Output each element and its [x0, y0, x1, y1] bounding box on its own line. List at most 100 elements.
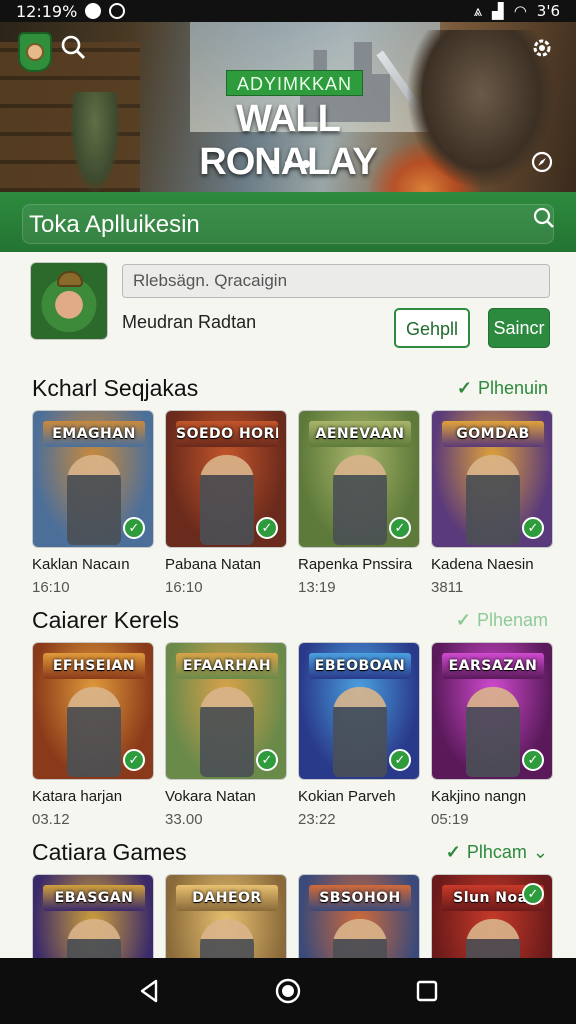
card-row: EBASGAN DAHEOR SBSOHOH Slun Noai ✓: [32, 874, 553, 958]
status-time: 12:19%: [16, 1, 78, 21]
section-title: Caiarer Kerels: [32, 606, 179, 633]
installed-check-icon: ✓: [522, 883, 544, 905]
game-name: Kakjino nangn: [431, 788, 527, 805]
section-see-all-link[interactable]: ✓ Plhenuin: [457, 378, 548, 399]
recents-icon[interactable]: [407, 971, 447, 1011]
solid-button[interactable]: Saincr: [488, 308, 550, 348]
section-see-all-link[interactable]: ✓ Plhenam: [456, 610, 548, 631]
game-banner: EMAGHAN: [43, 421, 145, 447]
check-icon: ✓: [456, 377, 472, 398]
hero-badge: ADYIMKKAN: [226, 70, 364, 96]
wifi-icon: ◠: [513, 2, 527, 20]
installed-check-icon: ✓: [123, 517, 145, 539]
store-header: Toka Aplluikesin: [0, 192, 576, 252]
game-name: Katara harjan: [32, 788, 123, 805]
circle-icon: [85, 3, 102, 19]
game-banner: SBSOHOH: [309, 885, 411, 911]
installed-check-icon: ✓: [256, 517, 278, 539]
installed-check-icon: ✓: [389, 749, 411, 771]
game-name: Kadena Naesin: [431, 556, 534, 573]
system-nav-bar: [0, 958, 576, 1024]
signal-icon: ▟: [492, 2, 504, 20]
game-thumbnail[interactable]: SOEDO HORRA ✓: [165, 410, 287, 548]
section-games: Catiara Games ✓ Plhcam ⌄ EBASGAN DAHEOR …: [0, 836, 576, 958]
game-card[interactable]: EBASGAN: [32, 874, 154, 958]
game-card[interactable]: SOEDO HORRA ✓ Pabana Natan 16:10: [165, 410, 287, 596]
game-meta: 23:22: [298, 811, 336, 828]
outline-button[interactable]: Gehpll: [394, 308, 470, 348]
carousel-dots[interactable]: [268, 160, 310, 168]
section-see-all-link[interactable]: ✓ Plhcam ⌄: [446, 842, 548, 863]
chevron-down-icon: ⌄: [532, 841, 548, 862]
check-icon: ✓: [445, 841, 461, 862]
app-logo-icon[interactable]: [18, 32, 52, 72]
hero-librarian-figure: [70, 92, 120, 192]
game-banner: EFAARHAH: [176, 653, 278, 679]
game-card[interactable]: SBSOHOH: [298, 874, 420, 958]
game-meta: 05:19: [431, 811, 469, 828]
section-career: Caiarer Kerels ✓ Plhenam EFHSEIAN ✓ Kata…: [0, 604, 576, 844]
search-icon[interactable]: [532, 206, 556, 230]
store-title[interactable]: Toka Aplluikesin: [22, 204, 554, 244]
game-card[interactable]: EMAGHAN ✓ Kaklan Nacaın 16:10: [32, 410, 154, 596]
game-banner: EBEOBOAN: [309, 653, 411, 679]
avatar[interactable]: [30, 262, 108, 340]
game-name: Kaklan Nacaın: [32, 556, 130, 573]
game-name: Kokian Parveh: [298, 788, 396, 805]
compass-icon[interactable]: [530, 150, 554, 179]
vibrate-icon: ⩓: [473, 2, 483, 20]
game-meta: 16:10: [32, 579, 70, 596]
game-card[interactable]: DAHEOR: [165, 874, 287, 958]
game-name: Vokara Natan: [165, 788, 256, 805]
game-thumbnail[interactable]: Slun Noai ✓: [431, 874, 553, 958]
game-thumbnail[interactable]: EBEOBOAN ✓: [298, 642, 420, 780]
game-card[interactable]: EFAARHAH ✓ Vokara Natan 33.00: [165, 642, 287, 828]
game-banner: EBASGAN: [43, 885, 145, 911]
game-thumbnail[interactable]: EARSAZAN ✓: [431, 642, 553, 780]
game-thumbnail[interactable]: EMAGHAN ✓: [32, 410, 154, 548]
installed-check-icon: ✓: [256, 749, 278, 771]
game-card[interactable]: EFHSEIAN ✓ Katara harjan 03.12: [32, 642, 154, 828]
section-featured: Kcharl Seqjakas ✓ Plhenuin EMAGHAN ✓ Kak…: [0, 372, 576, 612]
game-card[interactable]: EBEOBOAN ✓ Kokian Parveh 23:22: [298, 642, 420, 828]
hero-banner[interactable]: ADYIMKKAN WALL RONALAY: [0, 22, 576, 192]
game-meta: 3811: [431, 579, 464, 596]
status-right-text: 3'6: [536, 2, 560, 20]
game-thumbnail[interactable]: EFAARHAH ✓: [165, 642, 287, 780]
section-title: Kcharl Seqjakas: [32, 374, 199, 401]
game-banner: SOEDO HORRA: [176, 421, 278, 447]
game-name: Pabana Natan: [165, 556, 261, 573]
game-name: Rapenka Pnssira: [298, 556, 413, 573]
installed-check-icon: ✓: [522, 749, 544, 771]
profile-row: Meudran Radtan Gehpll Saincr: [30, 262, 550, 352]
settings-gear-icon[interactable]: [530, 36, 554, 65]
installed-check-icon: ✓: [123, 749, 145, 771]
hero-title: WALL RONALAY: [199, 98, 377, 183]
section-title: Catiara Games: [32, 838, 187, 865]
game-banner: DAHEOR: [176, 885, 278, 911]
game-card[interactable]: GOMDAB ✓ Kadena Naesin 3811: [431, 410, 553, 596]
installed-check-icon: ✓: [389, 517, 411, 539]
game-card[interactable]: AENEVAAN ✓ Rapenka Pnssira 13:19: [298, 410, 420, 596]
game-thumbnail[interactable]: GOMDAB ✓: [431, 410, 553, 548]
game-meta: 33.00: [165, 811, 203, 828]
game-meta: 16:10: [165, 579, 203, 596]
game-card[interactable]: EARSAZAN ✓ Kakjino nangn 05:19: [431, 642, 553, 828]
game-thumbnail[interactable]: SBSOHOH: [298, 874, 420, 958]
game-thumbnail[interactable]: EFHSEIAN ✓: [32, 642, 154, 780]
carousel-dot[interactable]: [302, 160, 310, 168]
home-icon[interactable]: [268, 971, 308, 1011]
game-thumbnail[interactable]: EBASGAN: [32, 874, 154, 958]
search-input[interactable]: [122, 264, 550, 298]
game-thumbnail[interactable]: AENEVAAN ✓: [298, 410, 420, 548]
game-card[interactable]: Slun Noai ✓: [431, 874, 553, 958]
back-icon[interactable]: [129, 971, 169, 1011]
carousel-dot[interactable]: [268, 160, 276, 168]
game-banner: EFHSEIAN: [43, 653, 145, 679]
card-row: EFHSEIAN ✓ Katara harjan 03.12 EFAARHAH …: [32, 642, 553, 842]
game-banner: EARSAZAN: [442, 653, 544, 679]
search-icon[interactable]: [60, 34, 86, 65]
carousel-dot[interactable]: [285, 160, 293, 168]
game-thumbnail[interactable]: DAHEOR: [165, 874, 287, 958]
game-meta: 13:19: [298, 579, 336, 596]
